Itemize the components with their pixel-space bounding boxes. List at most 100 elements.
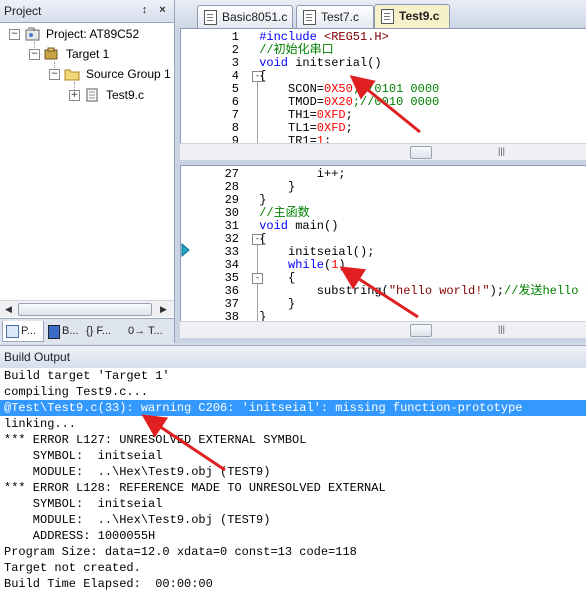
expand-icon[interactable]: + — [69, 90, 80, 101]
project-panel-title: Project — [4, 4, 42, 18]
build-output-line[interactable]: Build Time Elapsed: 00:00:00 — [4, 576, 213, 592]
build-output-line[interactable]: MODULE: ..\Hex\Test9.obj (TEST9) — [4, 464, 271, 480]
build-output-line[interactable]: ADDRESS: 1000055H — [4, 528, 155, 544]
tab-books[interactable]: B... — [46, 321, 82, 341]
code-token: { — [259, 232, 267, 246]
build-output-line[interactable]: Program Size: data=12.0 xdata=0 const=13… — [4, 544, 357, 560]
line-number: 2 — [231, 43, 239, 57]
code-line[interactable]: 6 TMOD=0X20;//0010 0000 — [181, 96, 586, 109]
code-token: #include — [259, 30, 324, 44]
tab-functions[interactable]: {} F... — [86, 321, 126, 341]
code-line[interactable]: 7 TH1=0XFD; — [181, 109, 586, 122]
collapse-icon[interactable]: − — [9, 29, 20, 40]
build-output-line[interactable]: *** ERROR L127: UNRESOLVED EXTERNAL SYMB… — [4, 432, 306, 448]
build-output-panel[interactable]: Build target 'Target 1' compiling Test9.c… — [0, 368, 586, 601]
build-output-line[interactable]: SYMBOL: initseial — [4, 496, 163, 512]
scroll-grip-icon: ||| — [498, 146, 506, 156]
line-number: 4 — [231, 69, 239, 83]
code-text: substring("hello world!");//发送hello wo — [252, 285, 586, 298]
scroll-thumb[interactable] — [410, 324, 432, 337]
tree-item-source-group[interactable]: − Source Group 1 — [0, 65, 174, 83]
tab-test7-label: Test7.c — [321, 10, 360, 24]
code-line[interactable]: 2 //初始化串口 — [181, 44, 586, 57]
editor-tab-bar: Basic8051.c Test7.c Test9.c — [175, 0, 586, 29]
tab-basic8051-label: Basic8051.c — [222, 10, 288, 24]
book-icon — [48, 325, 60, 339]
code-token: substring( — [259, 284, 389, 298]
top-pane-scrollbar[interactable]: ||| — [180, 143, 586, 160]
source-group-label: Source Group 1 — [86, 67, 171, 81]
project-panel-tabs: P... B... {} F... 0→ T... — [0, 318, 174, 344]
tab-test9[interactable]: Test9.c — [374, 4, 450, 29]
code-token: ; — [345, 121, 353, 135]
scroll-right-icon[interactable]: ▶ — [156, 302, 171, 316]
code-token: i++; — [259, 167, 346, 181]
line-number: 1 — [231, 30, 239, 44]
project-horizontal-scrollbar[interactable]: ◀ ▶ — [0, 300, 174, 317]
tab-basic8051[interactable]: Basic8051.c — [197, 5, 293, 28]
code-token: { — [259, 271, 296, 285]
code-token: 0X50 — [324, 82, 353, 96]
document-icon — [381, 9, 394, 24]
code-token: 0XFD — [316, 108, 346, 122]
code-token: } — [259, 180, 296, 194]
target-label: Target 1 — [66, 47, 110, 61]
code-token: { — [259, 69, 267, 83]
scroll-left-icon[interactable]: ◀ — [1, 302, 16, 316]
build-output-header: Build Output — [0, 345, 586, 369]
code-token: TMOD= — [259, 95, 324, 109]
build-output-line[interactable]: *** ERROR L128: REFERENCE MADE TO UNRESO… — [4, 480, 386, 496]
code-token: //发送hello wo — [504, 284, 586, 298]
tree-item-target[interactable]: − Target 1 — [0, 45, 174, 63]
scroll-thumb[interactable] — [18, 303, 152, 316]
code-line[interactable]: 32-{ — [181, 233, 586, 246]
bottom-pane-scrollbar[interactable]: ||| — [180, 321, 586, 338]
pin-icon[interactable]: ↕ — [138, 4, 151, 17]
tab-templates[interactable]: 0→ T... — [128, 321, 172, 341]
tree-item-file[interactable]: + Test9.c — [0, 86, 174, 104]
code-line[interactable]: 34 while(1) — [181, 259, 586, 272]
collapse-icon[interactable]: − — [49, 69, 60, 80]
code-line[interactable]: 29} — [181, 194, 586, 207]
code-token: ); — [489, 284, 505, 298]
code-line[interactable]: 37 } — [181, 298, 586, 311]
file-label: Test9.c — [106, 88, 145, 102]
code-pane-bottom[interactable]: 27 i++; 28 } 29} 30//主函数 31 void main() 32-{33… — [180, 165, 586, 322]
code-line[interactable]: 27 i++; — [181, 168, 586, 181]
build-output-line[interactable]: MODULE: ..\Hex\Test9.obj (TEST9) — [4, 512, 271, 528]
close-icon[interactable]: × — [156, 4, 169, 17]
scroll-thumb[interactable] — [410, 146, 432, 159]
code-line[interactable]: 3 void initserial() — [181, 57, 586, 70]
code-token: main() — [288, 219, 339, 233]
tab-test7[interactable]: Test7.c — [296, 5, 374, 28]
code-line[interactable]: 1 #include <REG51.H> — [181, 31, 586, 44]
code-line[interactable]: 30//主函数 — [181, 207, 586, 220]
code-pane-top[interactable]: 1 #include <REG51.H> 2 //初始化串口 3 void initser… — [180, 28, 586, 159]
code-line[interactable]: 31 void main() — [181, 220, 586, 233]
tab-templates-label: 0→ T... — [128, 325, 163, 337]
code-token: ;//0010 0000 — [352, 95, 440, 109]
code-token: ) — [338, 258, 346, 272]
build-output-line[interactable]: compiling Test9.c... — [4, 384, 148, 400]
code-token: void — [259, 219, 288, 233]
collapse-icon[interactable]: − — [29, 49, 40, 60]
tab-project[interactable]: P... — [2, 321, 44, 342]
build-output-line[interactable]: Target not created. — [4, 560, 141, 576]
line-number: 8 — [231, 121, 239, 135]
tree-item-project[interactable]: − Project: AT89C52 — [0, 25, 174, 43]
build-output-line[interactable]: Build target 'Target 1' — [4, 368, 170, 384]
code-token: ;//0101 0000 — [352, 82, 440, 96]
code-line[interactable]: 28 } — [181, 181, 586, 194]
project-root-label: Project: AT89C52 — [46, 27, 140, 41]
code-line[interactable]: 33 initseial(); — [181, 246, 586, 259]
code-line[interactable]: 36 substring("hello world!");//发送hello w… — [181, 285, 586, 298]
code-token: //初始化串口 — [259, 43, 334, 57]
document-icon — [204, 10, 217, 25]
build-output-line-selected[interactable]: @Test\Test9.c(33): warning C206: 'initse… — [0, 400, 586, 416]
build-output-title: Build Output — [4, 350, 71, 364]
code-token: 0XFD — [316, 121, 346, 135]
project-tab-icon — [6, 325, 19, 338]
build-output-line[interactable]: SYMBOL: initseial — [4, 448, 163, 464]
build-output-line[interactable]: linking... — [4, 416, 76, 432]
code-line[interactable]: 8 TL1=0XFD; — [181, 122, 586, 135]
